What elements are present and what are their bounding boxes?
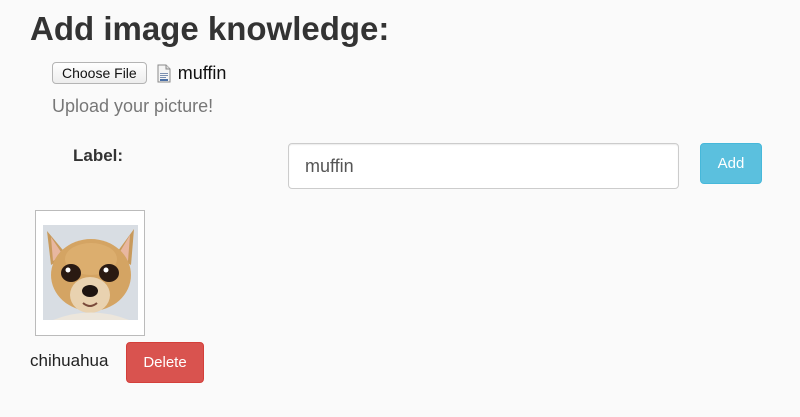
- chihuahua-image: [43, 225, 138, 320]
- knowledge-image-thumbnail: [35, 210, 145, 336]
- label-input[interactable]: [288, 143, 679, 189]
- delete-button[interactable]: Delete: [126, 342, 204, 383]
- label-field-label: Label:: [73, 146, 124, 165]
- document-icon: [157, 64, 171, 83]
- knowledge-item-label: chihuahua: [30, 351, 109, 370]
- add-image-knowledge-page: Add image knowledge: Choose File muffin …: [0, 0, 800, 417]
- choose-file-button[interactable]: Choose File: [52, 62, 147, 84]
- upload-help-text: Upload your picture!: [52, 96, 214, 116]
- file-upload-row: Choose File muffin: [52, 62, 226, 84]
- page-title: Add image knowledge:: [30, 10, 390, 47]
- selected-file-name: muffin: [177, 62, 227, 83]
- add-button[interactable]: Add: [700, 143, 762, 184]
